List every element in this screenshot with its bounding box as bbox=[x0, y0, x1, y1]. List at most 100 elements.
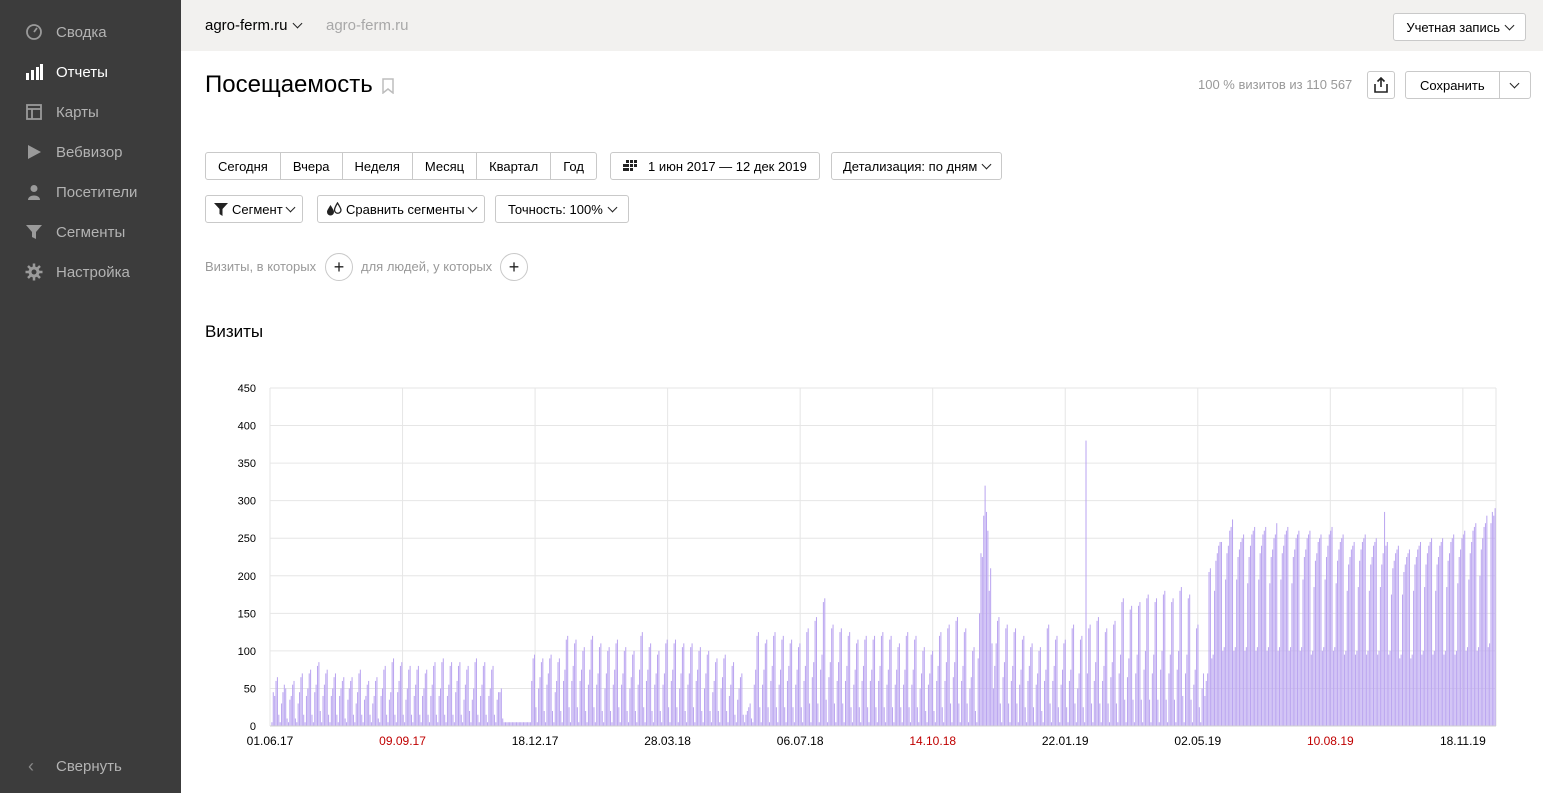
collapse-sidebar-button[interactable]: ‹ Свернуть bbox=[0, 746, 181, 786]
period-quarter-button[interactable]: Квартал bbox=[477, 153, 552, 179]
detail-dropdown[interactable]: Детализация: по дням bbox=[831, 152, 1003, 180]
chart-bar bbox=[1308, 534, 1310, 726]
calendar-icon bbox=[623, 160, 637, 171]
chart-bar bbox=[835, 722, 837, 726]
sidebar-item-label: Сегменты bbox=[56, 223, 126, 241]
chart-bar bbox=[854, 669, 856, 726]
chart-bar bbox=[275, 680, 277, 726]
chart-bar bbox=[1471, 541, 1473, 726]
save-options-button[interactable] bbox=[1500, 72, 1530, 98]
period-month-button[interactable]: Месяц bbox=[413, 153, 478, 179]
account-button[interactable]: Учетная запись bbox=[1393, 13, 1526, 41]
chart-bar bbox=[1349, 557, 1351, 726]
chart-bar bbox=[481, 684, 483, 726]
chart-bar bbox=[811, 677, 813, 726]
chart-bar bbox=[1066, 707, 1068, 726]
segment-dropdown[interactable]: Сегмент bbox=[205, 195, 303, 223]
chart-bar bbox=[1432, 654, 1434, 726]
chart-bar bbox=[1486, 515, 1488, 726]
chart-bar bbox=[506, 722, 508, 726]
chart-bar bbox=[1142, 722, 1144, 726]
chart-bar bbox=[1103, 665, 1105, 726]
chart-bar bbox=[930, 654, 932, 726]
add-visit-condition-button[interactable]: + bbox=[325, 253, 353, 281]
visits-chart[interactable]: 0 50 100 150 200 250 300 350 400 450 01.06.17 09.09… bbox=[220, 378, 1520, 758]
bookmark-icon[interactable] bbox=[382, 78, 394, 94]
top-bar: agro-ferm.ru agro-ferm.ru Учетная запись bbox=[181, 0, 1543, 51]
chart-bar bbox=[391, 662, 393, 726]
chart-bar bbox=[1428, 545, 1430, 726]
period-yesterday-button[interactable]: Вчера bbox=[281, 153, 343, 179]
site-selector[interactable]: agro-ferm.ru bbox=[205, 17, 302, 34]
chart-bar bbox=[281, 703, 283, 726]
chart-bar bbox=[994, 665, 996, 726]
chart-bar bbox=[1097, 617, 1099, 726]
chevron-down-icon bbox=[607, 202, 618, 212]
x-tick-label: 28.03.18 bbox=[644, 734, 691, 748]
chart-bar bbox=[875, 707, 877, 726]
sidebar-item-summary[interactable]: Сводка bbox=[0, 12, 181, 52]
chart-bar bbox=[1028, 665, 1030, 726]
chart-bar bbox=[657, 654, 659, 726]
period-today-button[interactable]: Сегодня bbox=[206, 153, 281, 179]
save-button[interactable]: Сохранить bbox=[1406, 72, 1500, 98]
chart-bar bbox=[467, 665, 469, 726]
chart-bar bbox=[654, 684, 656, 726]
chart-bar bbox=[492, 665, 494, 726]
compare-segments-dropdown[interactable]: Сравнить сегменты bbox=[317, 195, 485, 223]
chart-bar bbox=[1014, 628, 1017, 726]
person-icon bbox=[24, 182, 44, 202]
chart-bar bbox=[464, 684, 466, 726]
chart-bar bbox=[527, 722, 529, 726]
period-week-button[interactable]: Неделя bbox=[343, 153, 413, 179]
period-year-button[interactable]: Год bbox=[551, 153, 596, 179]
chart-bar bbox=[1186, 654, 1188, 726]
sidebar-item-segments[interactable]: Сегменты bbox=[0, 212, 181, 252]
chart-bar bbox=[419, 714, 421, 726]
chart-bar bbox=[316, 665, 319, 726]
chart-bar bbox=[1475, 523, 1477, 726]
chart-bar bbox=[997, 620, 999, 726]
x-tick-label: 18.12.17 bbox=[512, 734, 559, 748]
chart-bar bbox=[897, 647, 899, 726]
chart-bar bbox=[1160, 669, 1162, 726]
chart-bar bbox=[344, 718, 346, 726]
chart-bar bbox=[648, 647, 650, 726]
chart-bar bbox=[636, 722, 638, 726]
collapse-label: Свернуть bbox=[56, 757, 122, 775]
chart-bar bbox=[788, 665, 790, 726]
chart-bar bbox=[1408, 549, 1410, 726]
chart-bar bbox=[938, 635, 941, 726]
chart-bar bbox=[658, 650, 660, 726]
account-label: Учетная запись bbox=[1406, 19, 1500, 35]
chart-bar bbox=[836, 680, 838, 726]
chart-bar bbox=[1491, 511, 1493, 726]
sidebar-item-visitors[interactable]: Посетители bbox=[0, 172, 181, 212]
chart-bar bbox=[1003, 662, 1005, 726]
sidebar-item-settings[interactable]: Настройка bbox=[0, 252, 181, 292]
chart-bar bbox=[737, 699, 739, 726]
chart-bar bbox=[310, 669, 312, 726]
chart-bar bbox=[489, 688, 491, 726]
y-tick-label: 450 bbox=[238, 383, 256, 395]
chart-bar bbox=[1073, 624, 1075, 726]
chart-bar bbox=[1418, 545, 1420, 726]
chart-bar bbox=[446, 695, 448, 726]
chart-bar bbox=[536, 722, 538, 726]
sidebar-item-maps[interactable]: Карты bbox=[0, 92, 181, 132]
chart-bar bbox=[593, 707, 595, 726]
add-people-condition-button[interactable]: + bbox=[500, 253, 528, 281]
chart-bar bbox=[1111, 662, 1113, 726]
y-tick-label: 400 bbox=[238, 421, 256, 433]
share-button[interactable] bbox=[1367, 71, 1395, 99]
chart-bar bbox=[1240, 541, 1242, 726]
chart-bar bbox=[578, 722, 580, 726]
sidebar-item-reports[interactable]: Отчеты bbox=[0, 52, 181, 92]
chart-bar bbox=[926, 722, 928, 726]
accuracy-dropdown[interactable]: Точность: 100% bbox=[495, 195, 629, 223]
chart-bar bbox=[1323, 647, 1325, 726]
chart-bar bbox=[651, 710, 653, 726]
date-range-picker[interactable]: 1 июн 2017 — 12 дек 2019 bbox=[610, 152, 820, 180]
sidebar-item-webvisor[interactable]: Вебвизор bbox=[0, 132, 181, 172]
chart-bar bbox=[990, 568, 992, 726]
